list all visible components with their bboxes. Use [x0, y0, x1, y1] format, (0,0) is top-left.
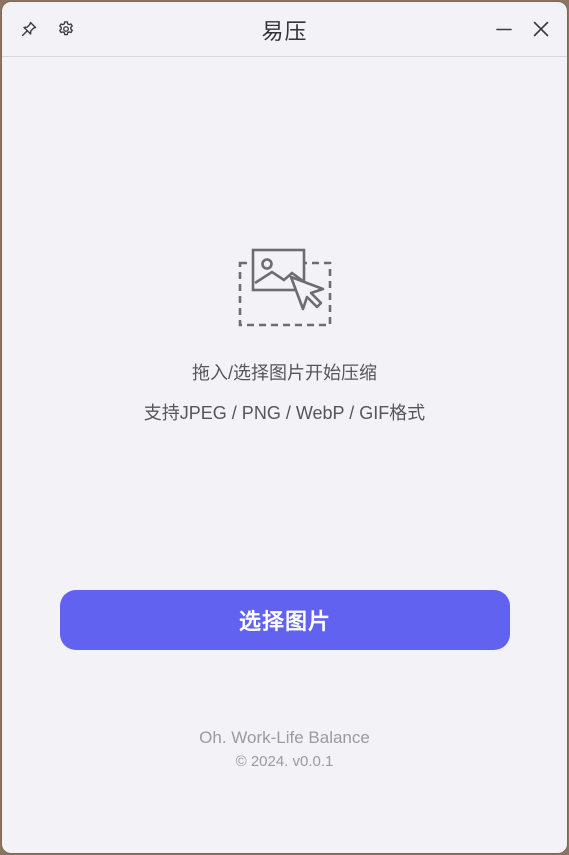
- version-label: © 2024. v0.0.1: [235, 753, 334, 770]
- supported-formats: 支持JPEG / PNG / WebP / GIF格式: [143, 403, 426, 423]
- image-cursor-icon[interactable]: [234, 247, 338, 331]
- select-image-button[interactable]: 选择图片: [60, 590, 510, 650]
- app-window: 易压 拖入/选择图片开始压缩 支持JPEG / PNG / WebP / GIF…: [2, 2, 567, 853]
- app-title: 易压: [261, 20, 308, 45]
- close-icon[interactable]: [529, 17, 553, 41]
- slogan: Oh. Work-Life Balance: [199, 728, 370, 747]
- drop-hint: 拖入/选择图片开始压缩: [192, 363, 377, 383]
- minimize-icon[interactable]: [492, 17, 516, 41]
- titlebar[interactable]: 易压: [2, 2, 567, 57]
